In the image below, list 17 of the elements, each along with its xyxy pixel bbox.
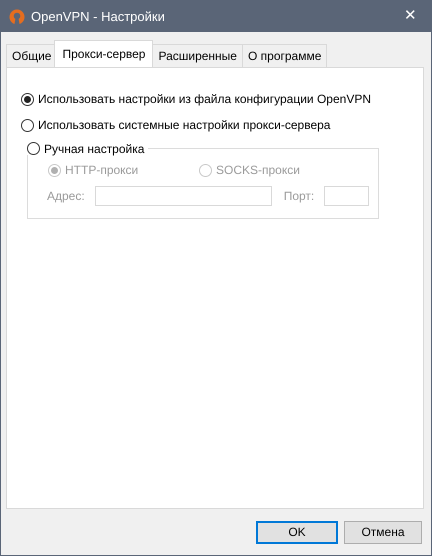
- radio-label[interactable]: Использовать настройки из файла конфигурации OpenVPN: [38, 90, 371, 108]
- radio-label[interactable]: Использовать системные настройки прокси-сервера: [38, 116, 330, 134]
- radio-button[interactable]: [27, 142, 40, 155]
- address-field[interactable]: [94, 186, 272, 206]
- app-icon: [9, 8, 25, 24]
- tab[interactable]: О программе: [242, 44, 328, 67]
- dialog-button[interactable]: OK: [256, 520, 338, 544]
- close-button[interactable]: ✕: [398, 5, 423, 28]
- tab[interactable]: Прокси-сервер: [54, 40, 154, 67]
- radio-button[interactable]: [21, 118, 34, 132]
- radio-button[interactable]: [21, 92, 34, 106]
- port-label: Порт:: [284, 188, 314, 205]
- address-label: Адрес:: [47, 188, 85, 205]
- dialog-button[interactable]: Отмена: [344, 520, 422, 544]
- port-field[interactable]: [324, 186, 370, 206]
- window-title: OpenVPN - Настройки: [31, 8, 165, 26]
- radio-label[interactable]: Ручная настройка: [44, 142, 144, 154]
